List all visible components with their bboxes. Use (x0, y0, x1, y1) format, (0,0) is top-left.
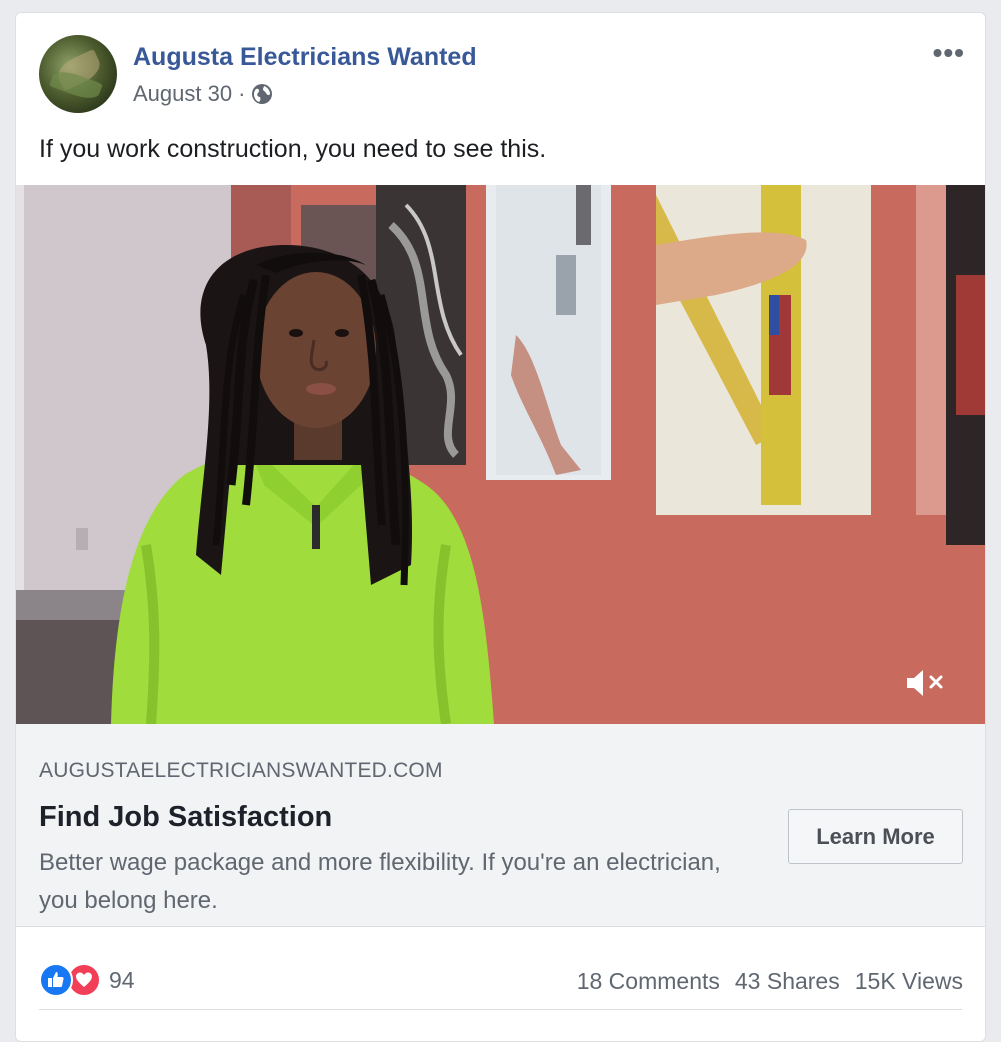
link-headline[interactable]: Find Job Satisfaction (39, 801, 332, 834)
link-preview[interactable]: AUGUSTAELECTRICIANSWANTED.COM Find Job S… (16, 724, 985, 927)
views-count: 15K Views (854, 968, 963, 994)
reaction-count: 94 (109, 966, 135, 993)
meta-separator: · (238, 81, 246, 106)
reactions-summary[interactable]: 94 (39, 963, 135, 997)
globe-icon (252, 84, 273, 104)
link-description: Better wage package and more flexibility… (39, 849, 721, 914)
link-domain: AUGUSTAELECTRICIANSWANTED.COM (39, 759, 443, 782)
page-avatar[interactable] (39, 35, 117, 113)
post-message: If you work construction, you need to se… (39, 135, 547, 163)
comments-link[interactable]: 18 Comments (577, 968, 720, 995)
video-player[interactable] (16, 185, 985, 724)
post-stats: 94 18 Comments 43 Shares 15K Views (16, 927, 985, 1009)
video-frame (16, 185, 985, 724)
more-options-button[interactable]: ••• (933, 37, 965, 69)
like-icon (39, 963, 73, 997)
page-name-link[interactable]: Augusta Electricians Wanted (133, 43, 477, 72)
learn-more-button[interactable]: Learn More (788, 809, 963, 864)
post-date[interactable]: August 30 (133, 81, 232, 107)
stats-divider (39, 1009, 962, 1010)
post-meta: August 30 · (133, 81, 273, 107)
speaker-muted-icon[interactable] (905, 666, 949, 700)
shares-link[interactable]: 43 Shares (735, 968, 840, 995)
post-card: Augusta Electricians Wanted August 30 · … (15, 12, 986, 1042)
engagement-counts: 18 Comments 43 Shares 15K Views (577, 968, 963, 995)
